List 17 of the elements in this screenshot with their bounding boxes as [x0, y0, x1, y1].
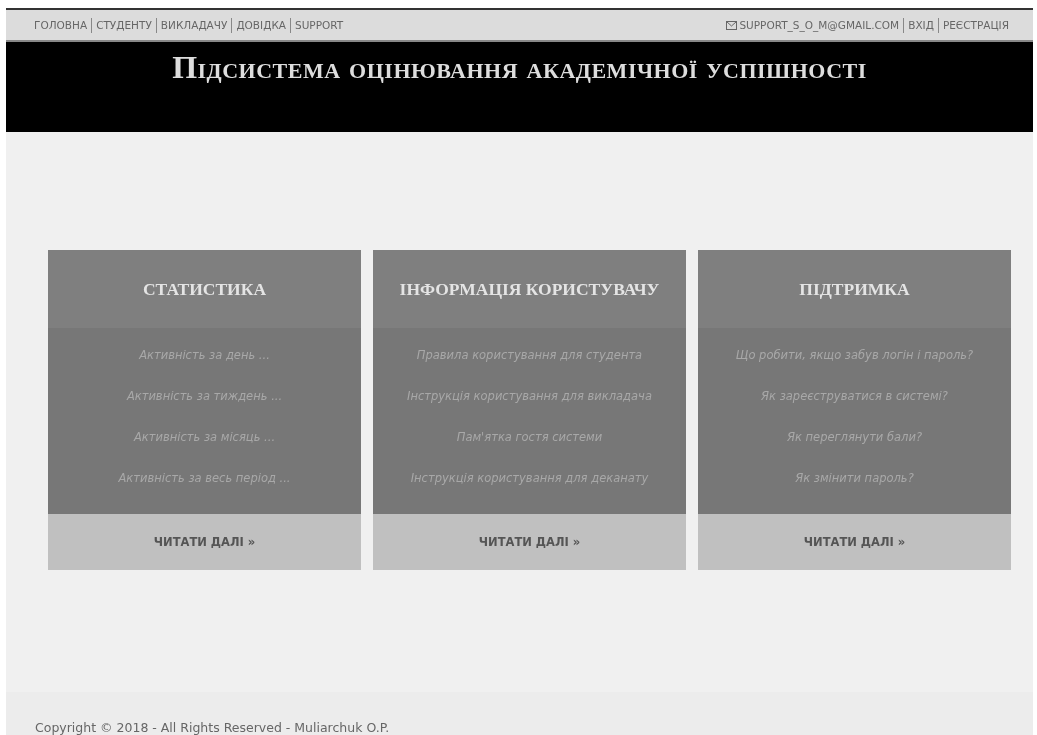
email-link[interactable]: SUPPORT_S_O_M@GMAIL.COM — [739, 17, 904, 33]
site-title: Підсистема оцінювання академічної успішності — [171, 48, 868, 87]
card-title: ПІДТРИМКА — [799, 278, 910, 300]
envelope-icon — [726, 20, 738, 30]
copyright-text: Copyright © 2018 - All Rights Reserved - Muliarchuk O.P. — [35, 720, 390, 735]
account-link[interactable]: РЕЄСТРАЦІЯ — [937, 17, 1013, 33]
account-link[interactable]: ВХІД — [903, 17, 938, 33]
read-more-button[interactable]: ЧИТАТИ ДАЛІ » — [373, 514, 686, 570]
nav-link[interactable]: SUPPORT — [290, 17, 348, 33]
nav-link[interactable]: ДОВІДКА — [231, 17, 290, 33]
read-more-button[interactable]: ЧИТАТИ ДАЛІ » — [48, 514, 361, 570]
read-more-button[interactable]: ЧИТАТИ ДАЛІ » — [698, 514, 1011, 570]
card-title: ІНФОРМАЦІЯ КОРИСТУВАЧУ — [399, 278, 660, 300]
card-title: СТАТИСТИКА — [142, 278, 267, 300]
nav-link[interactable]: ГОЛОВНА — [34, 17, 92, 33]
nav-link[interactable]: СТУДЕНТУ — [91, 17, 156, 33]
nav-link[interactable]: ВИКЛАДАЧУ — [155, 17, 232, 33]
